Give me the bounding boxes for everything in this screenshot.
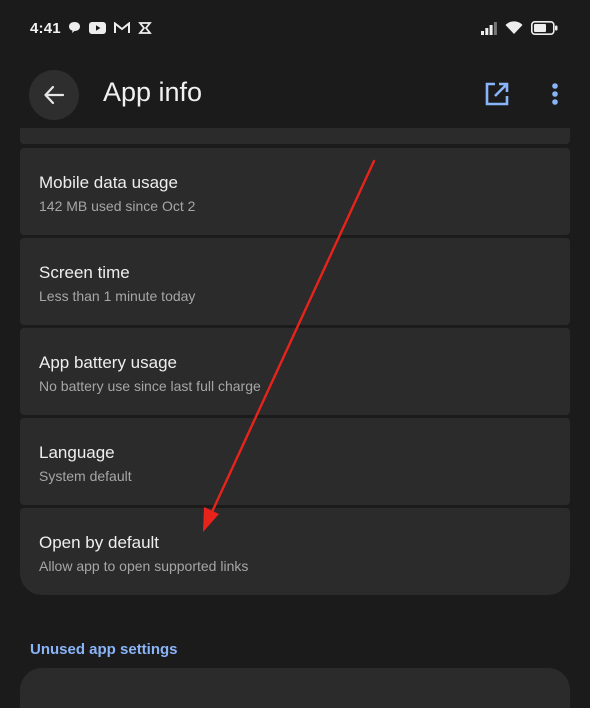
gmail-icon [114,21,130,34]
row-subtitle: No battery use since last full charge [39,378,261,394]
row-subtitle: System default [39,468,132,484]
status-bar: 4:41 [0,0,590,58]
row-subtitle: 142 MB used since Oct 2 [39,198,196,214]
open-in-new-icon [485,82,509,106]
previous-row-edge [20,128,570,144]
back-button[interactable] [29,70,79,120]
row-title: Language [39,443,115,462]
open-by-default-row[interactable]: Open by default Allow app to open suppor… [20,508,570,595]
battery-icon [531,21,558,40]
row-subtitle: Allow app to open supported links [39,558,249,574]
row-title: Screen time [39,263,130,282]
app-info-settings-list: Mobile data usage 142 MB used since Oct … [20,128,570,595]
unused-app-settings-header: Unused app settings [30,641,178,658]
row-title: Mobile data usage [39,173,178,192]
arrow-back-icon [44,85,65,105]
row-title: Open by default [39,533,160,552]
language-row[interactable]: Language System default [20,418,570,505]
row-title: App battery usage [39,353,177,372]
mobile-data-usage-row[interactable]: Mobile data usage 142 MB used since Oct … [20,148,570,235]
row-subtitle: Less than 1 minute today [39,288,196,304]
chat-icon [68,21,81,34]
more-options-button[interactable] [546,80,564,108]
more-vert-icon [552,83,558,105]
youtube-icon [89,21,106,34]
app-icon [138,21,152,34]
page-title: App info [103,77,203,107]
system-icons [481,21,558,40]
screen-time-row[interactable]: Screen time Less than 1 minute today [20,238,570,325]
next-settings-card[interactable] [20,668,570,708]
app-battery-usage-row[interactable]: App battery usage No battery use since l… [20,328,570,415]
status-time: 4:41 [30,20,61,37]
open-app-button[interactable] [484,81,510,107]
notification-icons [68,21,152,34]
signal-icon [481,21,497,40]
app-bar: App info [0,58,590,130]
wifi-icon [505,21,523,40]
